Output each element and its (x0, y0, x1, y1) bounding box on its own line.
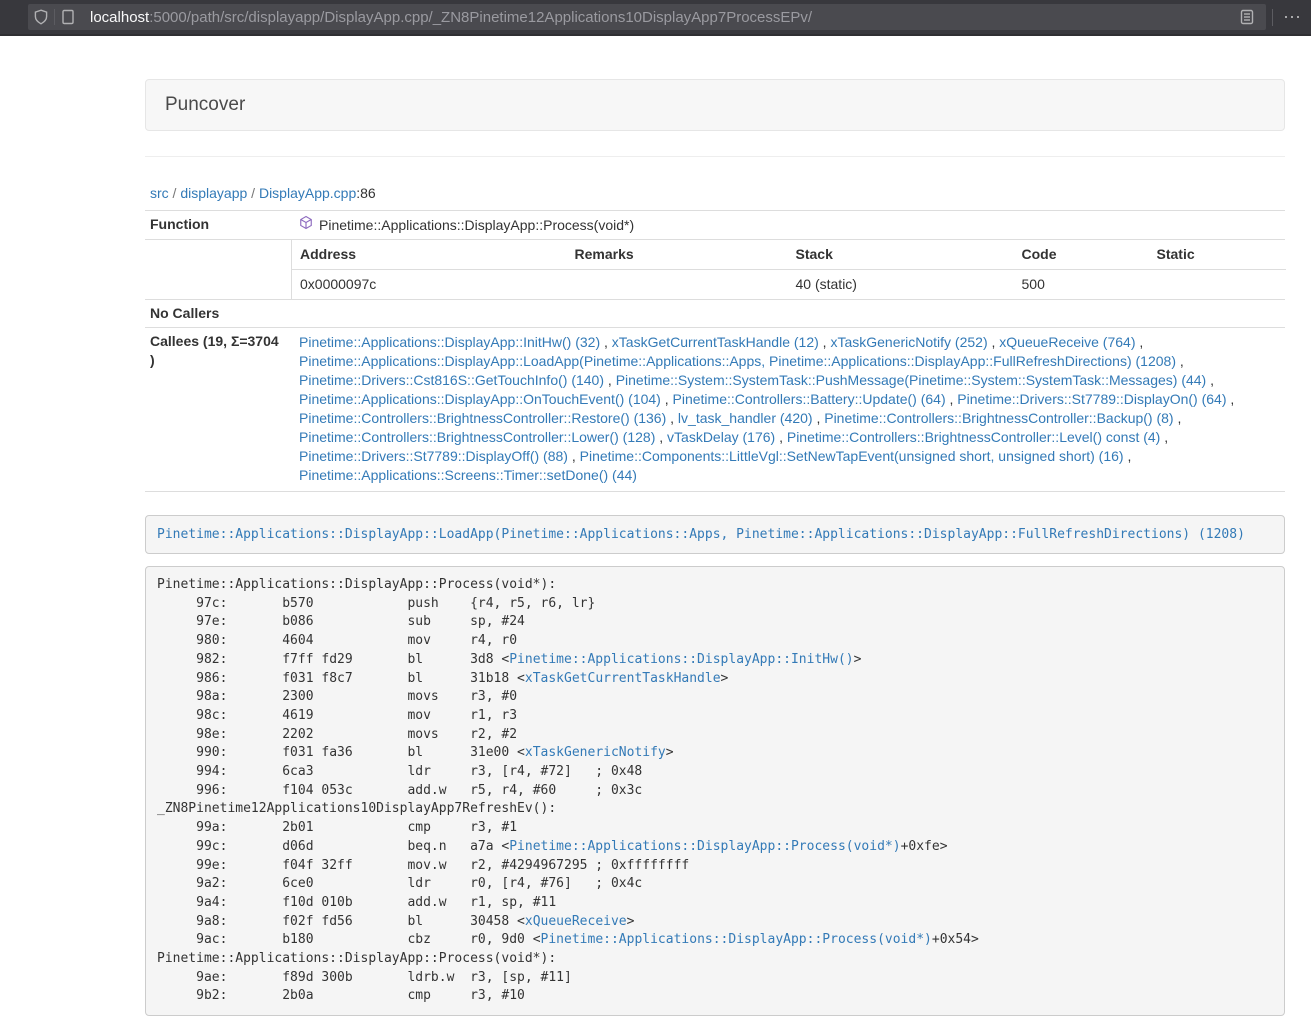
callee-separator: , (1206, 372, 1214, 388)
callee-separator: , (813, 410, 825, 426)
asm-symbol-link[interactable]: Pinetime::Applications::DisplayApp::Proc… (509, 839, 900, 854)
page-icon[interactable] (55, 4, 81, 30)
callee-link[interactable]: Pinetime::Controllers::BrightnessControl… (299, 410, 666, 426)
function-table: Function Pinetime::Applications::Display… (145, 210, 1285, 492)
code-size-value: 500 (1014, 270, 1149, 300)
callee-link[interactable]: Pinetime::Drivers::St7789::DisplayOn() (… (957, 391, 1226, 407)
app-header: Puncover (145, 79, 1285, 131)
stats-row: Address Remarks Stack Code Static 0x0000… (145, 240, 1285, 300)
callee-separator: , (819, 334, 831, 350)
highlighted-symbol-link[interactable]: Pinetime::Applications::DisplayApp::Load… (157, 527, 1245, 542)
breadcrumb: src / displayapp / DisplayApp.cpp:86 (150, 183, 1285, 203)
callee-link[interactable]: xTaskGetCurrentTaskHandle (12) (612, 334, 819, 350)
browser-toolbar: localhost:5000/path/src/displayapp/Displ… (0, 0, 1311, 36)
callee-link[interactable]: Pinetime::Components::LittleVgl::SetNewT… (580, 448, 1124, 464)
asm-symbol-link[interactable]: xQueueReceive (525, 914, 627, 929)
callee-separator: , (946, 391, 958, 407)
asm-symbol-link[interactable]: xTaskGenericNotify (525, 745, 666, 760)
callee-separator: , (1124, 448, 1132, 464)
highlighted-symbol-box: Pinetime::Applications::DisplayApp::Load… (145, 515, 1285, 554)
breadcrumb-separator: / (247, 185, 259, 201)
callee-link[interactable]: Pinetime::Applications::Screens::Timer::… (299, 467, 637, 483)
stack-value: 40 (static) (788, 270, 1014, 300)
col-stack: Stack (788, 240, 1014, 270)
callee-separator: , (775, 429, 787, 445)
callee-separator: , (568, 448, 580, 464)
callee-separator: , (1176, 353, 1184, 369)
col-code: Code (1014, 240, 1149, 270)
breadcrumb-link-displayapp[interactable]: displayapp (180, 185, 247, 201)
col-static: Static (1149, 240, 1286, 270)
stats-value-row: 0x0000097c 40 (static) 500 (292, 270, 1286, 300)
callee-link[interactable]: Pinetime::Drivers::St7789::DisplayOff() … (299, 448, 568, 464)
no-callers-label: No Callers (145, 300, 291, 328)
asm-symbol-link[interactable]: Pinetime::Applications::DisplayApp::Proc… (541, 932, 932, 947)
callee-link[interactable]: xTaskGenericNotify (252) (830, 334, 987, 350)
url-bar[interactable]: localhost:5000/path/src/displayapp/Displ… (28, 4, 1266, 30)
callee-link[interactable]: Pinetime::Controllers::BrightnessControl… (787, 429, 1160, 445)
callee-link[interactable]: Pinetime::Applications::DisplayApp::Load… (299, 353, 1176, 369)
shield-icon[interactable] (28, 4, 54, 30)
callee-separator: , (604, 372, 616, 388)
callers-row: No Callers (145, 300, 1285, 328)
function-row: Function Pinetime::Applications::Display… (145, 211, 1285, 240)
url-host: localhost (90, 9, 149, 26)
col-address: Address (292, 240, 567, 270)
callee-link[interactable]: Pinetime::Controllers::BrightnessControl… (824, 410, 1173, 426)
url-path: :5000/path/src/displayapp/DisplayApp.cpp… (149, 9, 812, 26)
col-remarks: Remarks (567, 240, 788, 270)
page-title: Puncover (165, 94, 245, 115)
stats-table: Address Remarks Stack Code Static 0x0000… (291, 240, 1286, 299)
toolbar-divider (1272, 9, 1273, 26)
callee-separator: , (600, 334, 612, 350)
menu-button[interactable]: ⋯ (1276, 4, 1308, 30)
remarks-value (567, 270, 788, 300)
function-label: Function (145, 211, 291, 240)
breadcrumb-separator: / (169, 185, 181, 201)
address-value: 0x0000097c (292, 270, 567, 300)
breadcrumb-link-displayapp-cpp[interactable]: DisplayApp.cpp (259, 185, 356, 201)
callee-separator: , (988, 334, 1000, 350)
url-text: localhost:5000/path/src/displayapp/Displ… (90, 9, 1234, 26)
callees-row: Callees (19, Σ=3704 ) Pinetime::Applicat… (145, 328, 1285, 492)
code-listing: Pinetime::Applications::DisplayApp::Proc… (145, 566, 1285, 1016)
callees-label: Callees (19, Σ=3704 ) (145, 328, 291, 492)
callee-link[interactable]: Pinetime::Drivers::Cst816S::GetTouchInfo… (299, 372, 604, 388)
divider (145, 156, 1285, 157)
function-name: Pinetime::Applications::DisplayApp::Proc… (319, 216, 634, 235)
callee-link[interactable]: xQueueReceive (764) (999, 334, 1135, 350)
callee-link[interactable]: Pinetime::Controllers::BrightnessControl… (299, 429, 655, 445)
callee-separator: , (1174, 410, 1182, 426)
callees-list: Pinetime::Applications::DisplayApp::Init… (291, 328, 1285, 492)
stats-header-row: Address Remarks Stack Code Static (292, 240, 1286, 270)
asm-symbol-link[interactable]: xTaskGetCurrentTaskHandle (525, 671, 721, 686)
page-container: Puncover src / displayapp / DisplayApp.c… (145, 79, 1285, 1016)
callee-link[interactable]: Pinetime::Applications::DisplayApp::OnTo… (299, 391, 661, 407)
callee-separator: , (1160, 429, 1168, 445)
callee-link[interactable]: lv_task_handler (420) (678, 410, 813, 426)
static-value (1149, 270, 1286, 300)
package-cube-icon (299, 215, 313, 235)
callee-separator: , (655, 429, 667, 445)
callee-separator: , (666, 410, 678, 426)
callee-separator: , (1227, 391, 1235, 407)
callee-link[interactable]: Pinetime::Applications::DisplayApp::Init… (299, 334, 600, 350)
menu-icon: ⋯ (1283, 7, 1301, 27)
asm-symbol-link[interactable]: Pinetime::Applications::DisplayApp::Init… (509, 652, 853, 667)
reader-mode-icon[interactable] (1234, 4, 1260, 30)
breadcrumb-line-number: :86 (356, 185, 375, 201)
callee-link[interactable]: vTaskDelay (176) (667, 429, 775, 445)
callee-link[interactable]: Pinetime::System::SystemTask::PushMessag… (616, 372, 1207, 388)
callee-link[interactable]: Pinetime::Controllers::Battery::Update()… (673, 391, 946, 407)
callee-separator: , (1135, 334, 1143, 350)
callee-separator: , (661, 391, 673, 407)
breadcrumb-link-src[interactable]: src (150, 185, 169, 201)
